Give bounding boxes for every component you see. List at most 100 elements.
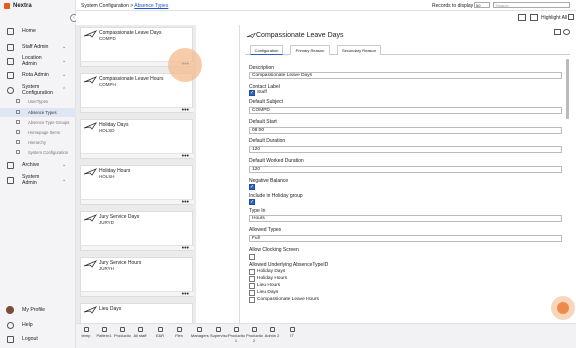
negative-balance-checkbox[interactable]: ✓: [249, 184, 255, 190]
underlying-label: Lieu Hours: [257, 283, 281, 288]
contact-staff-checkbox[interactable]: ✓: [249, 90, 255, 96]
list-item[interactable]: Holiday Hours HOLSH •••: [80, 165, 194, 206]
item-footer: [81, 245, 194, 250]
chevron-down-icon: ⌄: [62, 44, 67, 50]
records-label: Records to display: [432, 3, 474, 9]
expand-icon[interactable]: [554, 29, 561, 35]
default-duration-field[interactable]: 120: [249, 146, 562, 153]
group-icon: [119, 327, 125, 332]
tab-secondary-reason[interactable]: Secondary Reason: [337, 45, 381, 55]
records-input[interactable]: 50: [474, 2, 490, 8]
tab-configuration[interactable]: Configuration: [250, 45, 283, 55]
more-icon[interactable]: •••: [182, 199, 189, 206]
nav-staff-admin[interactable]: Staff Admin ⌄: [0, 40, 76, 54]
allowed-types-label: Allowed Types: [249, 227, 282, 233]
holiday-group-label: Include in Holiday group: [249, 193, 303, 199]
subnav-absence-type-groups[interactable]: Absence Type Groups: [28, 120, 69, 125]
group-item[interactable]: IT: [284, 327, 300, 338]
tab-primary-reason[interactable]: Primary Reason: [290, 45, 330, 55]
breadcrumb: System Configuration > Absence Types: [81, 3, 168, 9]
list-item[interactable]: Jury Service Hours JURYH •••: [80, 257, 194, 298]
item-name: Jury Service Days: [99, 213, 140, 220]
allow-clocking-checkbox[interactable]: [249, 254, 255, 260]
close-icon[interactable]: [563, 29, 570, 35]
breadcrumb-link[interactable]: Absence Types: [134, 3, 168, 9]
nav-system-configuration[interactable]: System Configuration ⌃: [0, 83, 76, 97]
nav-archive[interactable]: Archive ⌄: [0, 158, 76, 172]
group-item[interactable]: temp: [78, 327, 94, 338]
group-item[interactable]: Managers: [191, 327, 209, 338]
underlying-checkbox[interactable]: [249, 283, 255, 289]
toolbar: Highlight All: [76, 11, 576, 25]
list-item[interactable]: Jury Service Days JURYD •••: [80, 211, 194, 252]
group-label: IT: [290, 333, 294, 338]
group-icon: [137, 327, 143, 332]
group-icon: [233, 327, 239, 332]
plane-icon: [83, 260, 97, 268]
group-item[interactable]: Flex: [171, 327, 187, 338]
highlight-all-checkbox[interactable]: [568, 14, 574, 20]
scrollbar[interactable]: [566, 59, 569, 119]
group-label: E&R: [155, 333, 165, 338]
subnav-hierarchy[interactable]: Hierarchy: [28, 140, 46, 145]
group-item[interactable]: E&R: [152, 327, 168, 338]
underlying-checkbox[interactable]: [249, 297, 255, 303]
help-icon: [7, 321, 14, 329]
group-item[interactable]: Admin 2: [264, 327, 280, 338]
subnav-homepage-items[interactable]: Homepage Items: [28, 130, 60, 135]
group-item[interactable]: Productio 1: [228, 327, 245, 343]
add-button[interactable]: [557, 302, 569, 314]
grid-view-icon[interactable]: [530, 14, 538, 21]
contact-staff-label: Staff: [257, 90, 267, 95]
group-item[interactable]: Pattern1: [96, 327, 112, 338]
holiday-group-checkbox[interactable]: ✓: [249, 199, 255, 205]
nav-location-admin[interactable]: Location Admin ⌄: [0, 54, 76, 68]
description-field[interactable]: Compassionate Leave Days: [249, 72, 562, 79]
subnav-usertypes[interactable]: UserTypes: [28, 99, 48, 104]
group-item[interactable]: All staff: [132, 327, 148, 338]
subnav-absence-types[interactable]: Absence Types: [28, 110, 57, 115]
default-start-field[interactable]: 08:00: [249, 127, 562, 134]
group-label: Pattern1: [96, 333, 112, 338]
more-icon[interactable]: •••: [182, 291, 189, 298]
item-code: JURYD: [99, 220, 114, 225]
default-subject-field[interactable]: COMPD: [249, 107, 562, 114]
more-icon[interactable]: •••: [182, 153, 189, 160]
usertypes-icon: [16, 99, 20, 103]
nav-my-profile[interactable]: My Profile: [0, 303, 76, 317]
sidebar: Nextra Home Staff Admin ⌄ Location Admin ⌄…: [0, 0, 76, 348]
more-icon[interactable]: •••: [182, 245, 189, 252]
home-icon: [7, 27, 14, 35]
group-label: Productio: [114, 333, 131, 338]
default-worked-field[interactable]: 120: [249, 166, 562, 173]
list-view-icon[interactable]: [518, 14, 526, 21]
nav-label: Help: [22, 322, 33, 328]
list-item[interactable]: Lieu Days: [80, 303, 193, 323]
nav-logout[interactable]: Logout: [0, 332, 76, 346]
type-in-field[interactable]: Hours: [249, 215, 562, 222]
group-icon: [196, 327, 202, 332]
group-item[interactable]: Productio 2: [246, 327, 263, 343]
underlying-label: Holiday Days: [257, 269, 286, 274]
nav-rota-admin[interactable]: Rota Admin ⌄: [0, 68, 76, 82]
subnav-system-configuration[interactable]: System Configuration: [28, 150, 68, 155]
nav-system-admin[interactable]: System Admin ⌄: [0, 173, 76, 187]
underlying-checkbox[interactable]: [249, 269, 255, 275]
nav-help[interactable]: Help: [0, 318, 76, 332]
list-item[interactable]: Holiday Days HOLSD •••: [80, 119, 194, 160]
breadcrumb-root[interactable]: System Configuration >: [81, 3, 134, 9]
item-code: HOLSD: [99, 128, 115, 133]
allowed-types-select[interactable]: Full: [249, 235, 562, 242]
default-subject-label: Default Subject: [249, 99, 283, 105]
group-icon: [83, 327, 89, 332]
nav-label: Home: [22, 28, 36, 34]
group-icon: [215, 327, 221, 332]
group-item[interactable]: Productio: [114, 327, 131, 338]
search-input[interactable]: Search: [493, 2, 570, 8]
item-name: Compassionate Leave Days: [99, 29, 162, 36]
underlying-checkbox[interactable]: [249, 290, 255, 296]
underlying-checkbox[interactable]: [249, 276, 255, 282]
group-item[interactable]: Supervisc: [210, 327, 228, 338]
nav-home[interactable]: Home: [0, 24, 76, 38]
more-icon[interactable]: •••: [182, 107, 189, 114]
